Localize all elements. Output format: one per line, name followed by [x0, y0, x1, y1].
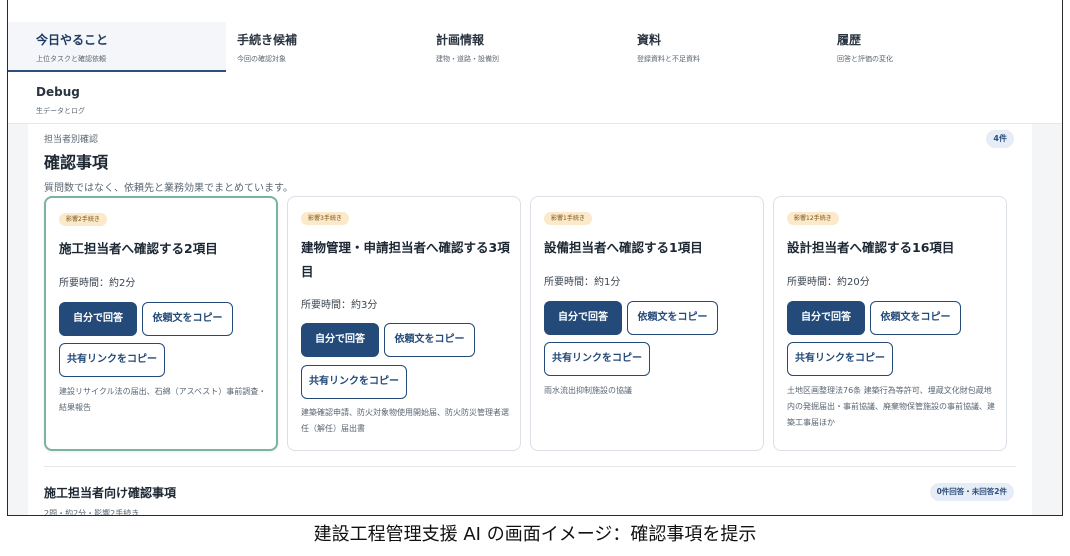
tab-documents[interactable]: 資料 登録資料と不足資料	[609, 22, 809, 72]
card-construction-staff[interactable]: 影響2手続き 施工担当者へ確認する2項目 所要時間：約2分 自分で回答 依頼文を…	[44, 196, 278, 451]
copy-link-button[interactable]: 共有リンクをコピー	[59, 343, 165, 377]
tab-procedure-candidates-label: 手続き候補	[237, 33, 298, 47]
section-divider	[44, 466, 1016, 467]
tab-debug-sub: 生データとログ	[36, 107, 85, 115]
tab-history-sub: 回答と評価の変化	[837, 55, 893, 63]
card-title: 建物管理・申請担当者へ確認する3項目	[301, 240, 510, 279]
copy-request-button[interactable]: 依頼文をコピー	[142, 302, 233, 336]
copy-link-button[interactable]: 共有リンクをコピー	[787, 342, 893, 376]
impact-badge: 影響2手続き	[59, 213, 107, 226]
count-badge: 4件	[986, 130, 1014, 148]
copy-request-button[interactable]: 依頼文をコピー	[384, 323, 475, 357]
impact-badge: 影響3手続き	[301, 212, 349, 225]
card-note: 土地区画整理法76条 建築行為等許可、埋蔵文化財包蔵地内の発掘届出・事前協議、廃…	[787, 386, 995, 427]
card-title: 設計担当者へ確認する16項目	[787, 240, 955, 255]
card-note: 建築確認申請、防火対象物使用開始届、防火防災管理者選任（解任）届出書	[301, 408, 509, 433]
self-answer-button[interactable]: 自分で回答	[59, 302, 137, 336]
card-note: 建設リサイクル法の届出、石綿（アスベスト）事前調査・結果報告	[59, 387, 267, 412]
answer-status-badge: 0件回答・未回答2件	[929, 483, 1014, 501]
card-design-staff[interactable]: 影響12手続き 設計担当者へ確認する16項目 所要時間：約20分 自分で回答 依…	[773, 196, 1007, 451]
tab-procedure-candidates-sub: 今回の確認対象	[237, 55, 286, 63]
copy-request-button[interactable]: 依頼文をコピー	[870, 301, 961, 335]
tab-procedure-candidates[interactable]: 手続き候補 今回の確認対象	[209, 22, 409, 72]
copy-link-button[interactable]: 共有リンクをコピー	[301, 365, 407, 399]
card-time: 所要時間：約1分	[544, 277, 621, 288]
card-title: 施工担当者へ確認する2項目	[59, 241, 218, 256]
card-building-admin-staff[interactable]: 影響3手続き 建物管理・申請担当者へ確認する3項目 所要時間：約3分 自分で回答…	[287, 196, 521, 451]
card-note: 雨水流出抑制施設の協議	[544, 386, 632, 395]
tab-debug[interactable]: Debug 生データとログ	[8, 74, 208, 124]
impact-badge: 影響12手続き	[787, 212, 839, 225]
confirmation-panel: 担当者別確認 確認事項 質問数ではなく、依頼先と業務効果でまとめています。 4件…	[28, 124, 1032, 516]
figure-caption: 建設工程管理支援 AI の画面イメージ：確認事項を提示	[313, 524, 757, 545]
section-title: 確認事項	[44, 153, 109, 172]
card-time: 所要時間：約3分	[301, 300, 378, 311]
tab-debug-label: Debug	[36, 85, 80, 99]
app-window: 今日やること 上位タスクと確認依頼 手続き候補 今回の確認対象 計画情報 建物・…	[7, 0, 1063, 516]
subsection-meta: 2問・約2分・影響2手続き	[44, 509, 140, 516]
subsection-title: 施工担当者向け確認事項	[44, 486, 177, 500]
tab-today-label: 今日やること	[36, 33, 109, 47]
top-navigation: 今日やること 上位タスクと確認依頼 手続き候補 今回の確認対象 計画情報 建物・…	[8, 0, 1062, 124]
card-title: 設備担当者へ確認する1項目	[544, 240, 703, 255]
self-answer-button[interactable]: 自分で回答	[544, 301, 622, 335]
tab-plan-info[interactable]: 計画情報 建物・道路・設備別	[408, 22, 608, 72]
copy-link-button[interactable]: 共有リンクをコピー	[544, 342, 650, 376]
impact-badge: 影響1手続き	[544, 212, 592, 225]
tab-history-label: 履歴	[837, 33, 862, 47]
tab-documents-label: 資料	[637, 33, 662, 47]
section-description: 質問数ではなく、依頼先と業務効果でまとめています。	[44, 183, 293, 194]
copy-request-button[interactable]: 依頼文をコピー	[627, 301, 718, 335]
self-answer-button[interactable]: 自分で回答	[787, 301, 865, 335]
tab-today[interactable]: 今日やること 上位タスクと確認依頼	[8, 22, 226, 72]
self-answer-button[interactable]: 自分で回答	[301, 323, 379, 357]
card-time: 所要時間：約20分	[787, 277, 870, 288]
tab-today-sub: 上位タスクと確認依頼	[36, 55, 106, 63]
tab-plan-info-label: 計画情報	[436, 33, 485, 47]
section-kicker: 担当者別確認	[44, 135, 99, 145]
card-equipment-staff[interactable]: 影響1手続き 設備担当者へ確認する1項目 所要時間：約1分 自分で回答 依頼文を…	[530, 196, 764, 451]
tab-plan-info-sub: 建物・道路・設備別	[436, 55, 499, 63]
tab-documents-sub: 登録資料と不足資料	[637, 55, 700, 63]
card-time: 所要時間：約2分	[59, 278, 136, 289]
tab-history[interactable]: 履歴 回答と評価の変化	[809, 22, 1009, 72]
